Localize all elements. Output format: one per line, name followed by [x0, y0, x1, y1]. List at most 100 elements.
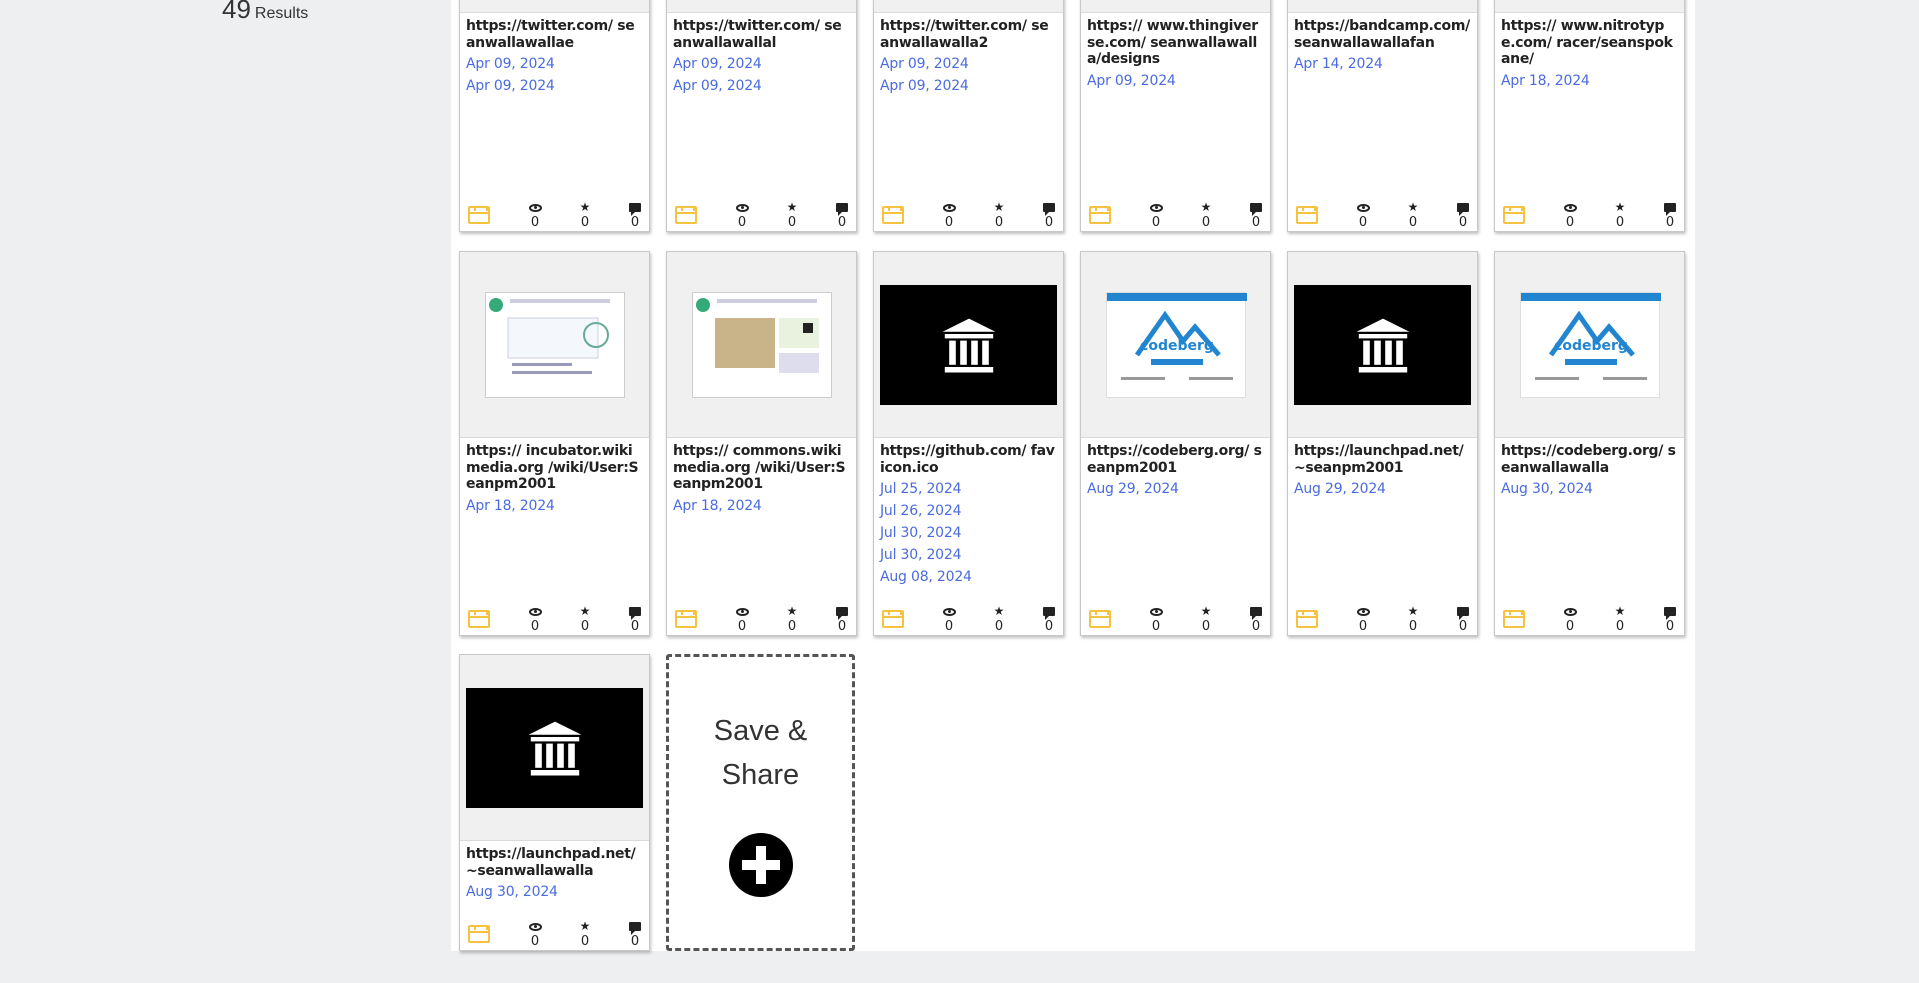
card-thumbnail[interactable] — [667, 0, 856, 13]
capture-date-link[interactable]: Aug 29, 2024 — [1294, 478, 1471, 500]
comments-stat[interactable]: 0 — [1453, 603, 1473, 634]
calendar-icon[interactable] — [468, 206, 490, 224]
stars-stat[interactable]: ★ 0 — [1196, 603, 1216, 634]
comments-stat[interactable]: 0 — [625, 918, 645, 949]
capture-date-link[interactable]: Aug 30, 2024 — [466, 881, 643, 903]
stars-stat[interactable]: ★ 0 — [989, 199, 1009, 230]
stars-stat[interactable]: ★ 0 — [1610, 603, 1630, 634]
capture-date-link[interactable]: Jul 30, 2024 — [880, 544, 1057, 566]
card-thumbnail[interactable] — [874, 252, 1063, 438]
stars-stat[interactable]: ★ 0 — [575, 199, 595, 230]
stars-stat[interactable]: ★ 0 — [1610, 199, 1630, 230]
comments-stat[interactable]: 0 — [625, 603, 645, 634]
calendar-icon[interactable] — [1503, 206, 1525, 224]
calendar-icon[interactable] — [1503, 610, 1525, 628]
comments-stat[interactable]: 0 — [832, 199, 852, 230]
card-url[interactable]: https://twitter.com/ seanwallawallae — [460, 13, 649, 51]
capture-date-link[interactable]: Apr 14, 2024 — [1294, 53, 1471, 75]
result-card[interactable]: https://twitter.com/ seanwallawallal Apr … — [666, 0, 857, 232]
calendar-icon[interactable] — [468, 610, 490, 628]
stars-stat[interactable]: ★ 0 — [1403, 603, 1423, 634]
capture-date-link[interactable]: Apr 09, 2024 — [466, 53, 643, 75]
calendar-icon[interactable] — [1089, 610, 1111, 628]
capture-date-link[interactable]: Apr 18, 2024 — [466, 495, 643, 517]
card-url[interactable]: https://github.com/ favicon.ico — [874, 438, 1063, 476]
stars-stat[interactable]: ★ 0 — [989, 603, 1009, 634]
card-thumbnail[interactable] — [460, 655, 649, 841]
capture-date-link[interactable]: Jul 26, 2024 — [880, 500, 1057, 522]
calendar-icon[interactable] — [675, 610, 697, 628]
card-url[interactable]: https://twitter.com/ seanwallawallal — [667, 13, 856, 51]
comments-stat[interactable]: 0 — [1246, 603, 1266, 634]
stars-stat[interactable]: ★ 0 — [1196, 199, 1216, 230]
capture-date-link[interactable]: Aug 08, 2024 — [880, 566, 1057, 588]
capture-date-link[interactable]: Apr 09, 2024 — [673, 53, 850, 75]
capture-date-link[interactable]: Apr 09, 2024 — [466, 75, 643, 97]
card-url[interactable]: https://twitter.com/ seanwallawalla2 — [874, 13, 1063, 51]
card-url[interactable]: https:// www.nitrotype.com/ racer/seansp… — [1495, 13, 1684, 68]
card-url[interactable]: https://launchpad.net/ ~seanpm2001 — [1288, 438, 1477, 476]
result-card[interactable]: https://twitter.com/ seanwallawalla2 Apr … — [873, 0, 1064, 232]
calendar-icon[interactable] — [675, 206, 697, 224]
card-thumbnail[interactable] — [1288, 0, 1477, 13]
result-card[interactable]: https:// incubator.wikimedia.org /wiki/U… — [459, 251, 650, 636]
capture-date-link[interactable]: Apr 09, 2024 — [880, 75, 1057, 97]
comments-stat[interactable]: 0 — [1453, 199, 1473, 230]
comments-stat[interactable]: 0 — [1660, 603, 1680, 634]
result-card[interactable]: codeberg https://codeberg.org/ seanwallaw… — [1494, 251, 1685, 636]
stars-stat[interactable]: ★ 0 — [575, 918, 595, 949]
capture-date-link[interactable]: Apr 09, 2024 — [673, 75, 850, 97]
calendar-icon[interactable] — [1296, 206, 1318, 224]
comments-stat[interactable]: 0 — [625, 199, 645, 230]
card-thumbnail[interactable]: codeberg — [1495, 252, 1684, 438]
card-thumbnail[interactable] — [1081, 0, 1270, 13]
card-thumbnail[interactable] — [1495, 0, 1684, 13]
comments-stat[interactable]: 0 — [1660, 199, 1680, 230]
card-url[interactable]: https://codeberg.org/ seanpm2001 — [1081, 438, 1270, 476]
capture-date-link[interactable]: Apr 18, 2024 — [1501, 70, 1678, 92]
calendar-icon[interactable] — [1296, 610, 1318, 628]
stars-stat[interactable]: ★ 0 — [782, 199, 802, 230]
plus-circle-icon[interactable] — [729, 833, 793, 897]
result-card[interactable]: https://twitter.com/ seanwallawallae Apr … — [459, 0, 650, 232]
result-card[interactable]: https:// commons.wikimedia.org /wiki/Use… — [666, 251, 857, 636]
card-thumbnail[interactable] — [1288, 252, 1477, 438]
comments-stat[interactable]: 0 — [1039, 603, 1059, 634]
result-card[interactable]: https://github.com/ favicon.ico Jul 25, 2… — [873, 251, 1064, 636]
calendar-icon[interactable] — [1089, 206, 1111, 224]
capture-date-link[interactable]: Apr 09, 2024 — [1087, 70, 1264, 92]
comments-stat[interactable]: 0 — [1039, 199, 1059, 230]
card-url[interactable]: https://codeberg.org/ seanwallawalla — [1495, 438, 1684, 476]
capture-date-link[interactable]: Aug 29, 2024 — [1087, 478, 1264, 500]
stars-stat[interactable]: ★ 0 — [782, 603, 802, 634]
capture-date-link[interactable]: Apr 09, 2024 — [880, 53, 1057, 75]
result-card[interactable]: https://launchpad.net/ ~seanpm2001 Aug 29… — [1287, 251, 1478, 636]
capture-date-link[interactable]: Aug 30, 2024 — [1501, 478, 1678, 500]
card-url[interactable]: https://bandcamp.com/ seanwallawallafan — [1288, 13, 1477, 51]
result-card[interactable]: https:// www.thingiverse.com/ seanwallaw… — [1080, 0, 1271, 232]
capture-date-link[interactable]: Apr 18, 2024 — [673, 495, 850, 517]
card-url[interactable]: https:// incubator.wikimedia.org /wiki/U… — [460, 438, 649, 493]
save-share-button[interactable]: Save & Share — [666, 654, 855, 951]
capture-date-link[interactable]: Jul 25, 2024 — [880, 478, 1057, 500]
card-thumbnail[interactable] — [667, 252, 856, 438]
result-card[interactable]: https://bandcamp.com/ seanwallawallafan A… — [1287, 0, 1478, 232]
stars-stat[interactable]: ★ 0 — [575, 603, 595, 634]
calendar-icon[interactable] — [468, 925, 490, 943]
comments-stat[interactable]: 0 — [1246, 199, 1266, 230]
card-thumbnail[interactable]: codeberg — [1081, 252, 1270, 438]
card-url[interactable]: https:// commons.wikimedia.org /wiki/Use… — [667, 438, 856, 493]
result-card[interactable]: https:// www.nitrotype.com/ racer/seansp… — [1494, 0, 1685, 232]
comments-stat[interactable]: 0 — [832, 603, 852, 634]
card-thumbnail[interactable] — [460, 252, 649, 438]
result-card[interactable]: codeberg https://codeberg.org/ seanpm2001… — [1080, 251, 1271, 636]
stars-stat[interactable]: ★ 0 — [1403, 199, 1423, 230]
calendar-icon[interactable] — [882, 206, 904, 224]
capture-date-link[interactable]: Jul 30, 2024 — [880, 522, 1057, 544]
card-thumbnail[interactable] — [874, 0, 1063, 13]
calendar-icon[interactable] — [882, 610, 904, 628]
card-url[interactable]: https:// www.thingiverse.com/ seanwallaw… — [1081, 13, 1270, 68]
card-thumbnail[interactable] — [460, 0, 649, 13]
result-card[interactable]: https://launchpad.net/ ~seanwallawalla Au… — [459, 654, 650, 951]
card-url[interactable]: https://launchpad.net/ ~seanwallawalla — [460, 841, 649, 879]
